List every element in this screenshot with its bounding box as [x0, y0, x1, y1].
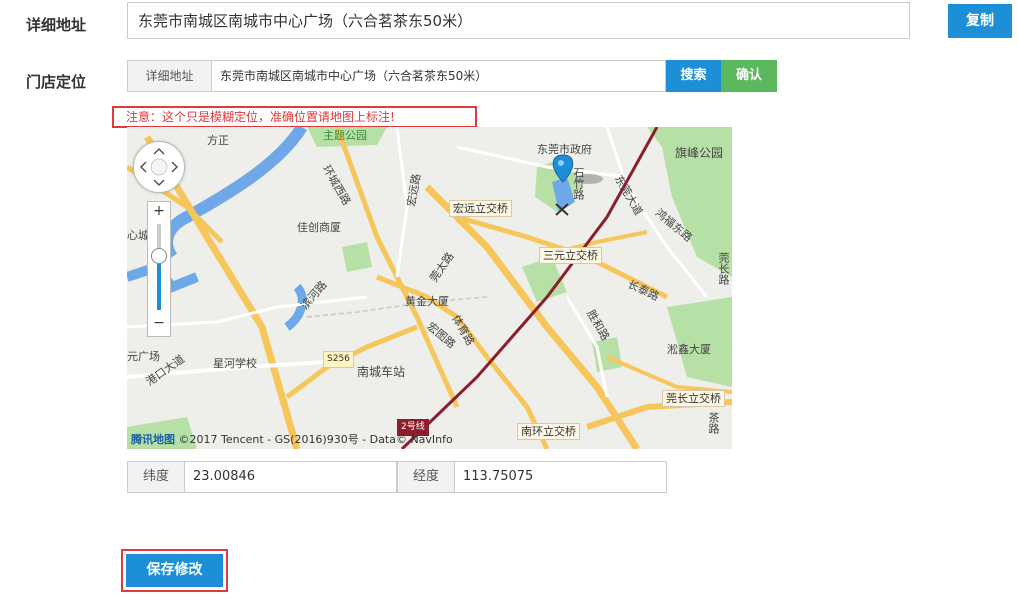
location-pin-dot	[558, 160, 564, 166]
map-logo: 腾讯地图	[131, 433, 175, 446]
location-label: 门店定位	[26, 73, 87, 91]
map-label: 主题公园	[323, 129, 367, 142]
address-input[interactable]: 东莞市南城区南城市中心广场（六合茗茶东50米）	[127, 2, 910, 39]
map-view[interactable]: 主题公园 东莞市政府 旗峰公园 佳创商厦 黄金大厦 南城车站 淞鑫大厦 石竹路 …	[127, 127, 732, 449]
location-input[interactable]: 东莞市南城区南城市中心广场（六合茗茶东50米）	[212, 60, 666, 92]
map-label: 淞鑫大厦	[667, 343, 711, 356]
zoom-in-button[interactable]: +	[148, 202, 170, 220]
map-label: 茶路	[707, 412, 720, 434]
map-tag: 三元立交桥	[539, 247, 602, 264]
river	[161, 127, 308, 261]
zoom-out-button[interactable]: −	[148, 314, 170, 332]
map-label: 佳创商厦	[297, 221, 341, 234]
map-label: 黄金大厦	[405, 295, 449, 308]
map-label: 元广场	[127, 350, 160, 363]
copy-button[interactable]: 复制	[948, 4, 1012, 38]
park-area	[592, 337, 622, 372]
coordinates-group: 纬度 23.00846 经度 113.75075	[127, 461, 667, 493]
longitude-input[interactable]: 113.75075	[455, 461, 667, 493]
map-label: 石竹路	[572, 167, 585, 200]
map-label: 方正	[207, 134, 229, 147]
location-addon: 详细地址	[127, 60, 212, 92]
map-zoom-control[interactable]: + −	[147, 201, 171, 337]
map-label: 东莞市政府	[537, 143, 592, 156]
search-button[interactable]: 搜索	[666, 60, 721, 92]
map-label: 莞长路	[717, 252, 730, 285]
longitude-label: 经度	[397, 461, 455, 493]
latitude-input[interactable]: 23.00846	[185, 461, 397, 493]
map-label: 星河学校	[213, 357, 257, 370]
location-notice: 注意：这个只是模糊定位，准确位置请地图上标注!	[112, 106, 477, 128]
map-label: 心城	[127, 229, 149, 242]
address-label: 详细地址	[26, 16, 87, 34]
latitude-label: 纬度	[127, 461, 185, 493]
map-tag: 莞长立交桥	[662, 390, 725, 407]
park-area	[342, 242, 372, 272]
confirm-button[interactable]: 确认	[721, 60, 777, 92]
map-copyright: ©2017 Tencent - GS(2016)930号 - Data© Nav…	[178, 433, 453, 446]
map-tag: S256	[323, 351, 354, 368]
pan-arrows-icon	[139, 147, 179, 187]
map-pan-control[interactable]	[133, 141, 185, 193]
zoom-slider-handle[interactable]	[151, 248, 167, 264]
map-tag: 南环立交桥	[517, 423, 580, 440]
map-attribution: 腾讯地图 ©2017 Tencent - GS(2016)930号 - Data…	[131, 431, 453, 447]
save-button[interactable]: 保存修改	[126, 554, 223, 587]
map-label: 旗峰公园	[675, 146, 724, 160]
location-group: 详细地址 东莞市南城区南城市中心广场（六合茗茶东50米） 搜索 确认	[127, 60, 777, 92]
map-label: 南城车站	[357, 365, 406, 379]
map-tag: 宏远立交桥	[449, 200, 512, 217]
